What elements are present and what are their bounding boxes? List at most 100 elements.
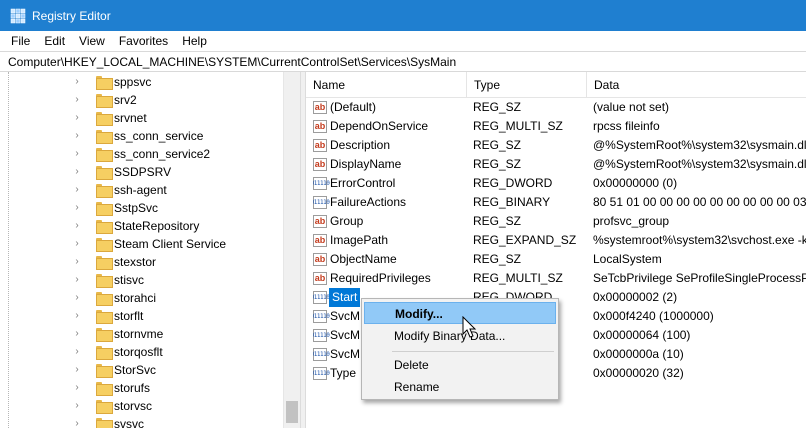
tree-item-label: SstpSvc [114, 201, 159, 215]
tree-item[interactable]: › storahci [72, 289, 156, 307]
value-name-cell: ab Group [313, 212, 363, 231]
menu-bar: File Edit View Favorites Help [0, 31, 806, 51]
tree-item[interactable]: › svsvc [72, 415, 144, 428]
address-bar[interactable]: Computer\HKEY_LOCAL_MACHINE\SYSTEM\Curre… [0, 51, 806, 72]
tree-item-label: srvnet [114, 111, 147, 125]
menu-file[interactable]: File [0, 31, 37, 51]
tree-item-label: storflt [114, 309, 144, 323]
context-menu-delete[interactable]: Delete [364, 354, 556, 376]
tree-item[interactable]: › storufs [72, 379, 150, 397]
context-menu-modify-binary[interactable]: Modify Binary Data... [364, 325, 556, 347]
tree-item[interactable]: › SstpSvc [72, 199, 158, 217]
key-tree-pane[interactable]: › sppsvc › srv2 › srvnet › ss_conn_service › ss_c… [0, 72, 300, 428]
table-row[interactable]: 011​110ErrorControl REG_DWORD 0x00000000 (… [306, 174, 806, 193]
folder-icon [96, 166, 113, 180]
tree-item[interactable]: › srv2 [72, 91, 137, 109]
chevron-right-icon[interactable]: › [72, 95, 82, 105]
chevron-right-icon[interactable]: › [72, 347, 82, 357]
column-header-type[interactable]: Type [467, 72, 587, 98]
tree-item[interactable]: › storqosflt [72, 343, 163, 361]
table-row[interactable]: ab ObjectName REG_SZ LocalSystem [306, 250, 806, 269]
chevron-right-icon[interactable]: › [72, 77, 82, 87]
tree-item[interactable]: › stornvme [72, 325, 163, 343]
table-row[interactable]: ab DependOnService REG_MULTI_SZ rpcss filei… [306, 117, 806, 136]
tree-item[interactable]: › ssh-agent [72, 181, 167, 199]
chevron-right-icon[interactable]: › [72, 239, 82, 249]
scrollbar-thumb[interactable] [286, 401, 298, 423]
binary-value-icon: 011​110 [313, 177, 330, 190]
tree-item[interactable]: › stexstor [72, 253, 156, 271]
tree-item-label: StorSvc [114, 363, 157, 377]
tree-item-label: stexstor [114, 255, 157, 269]
tree-item[interactable]: › StorSvc [72, 361, 156, 379]
chevron-right-icon[interactable]: › [72, 401, 82, 411]
context-menu: Modify... Modify Binary Data... Delete R… [361, 298, 559, 400]
tree-item[interactable]: › StateRepository [72, 217, 199, 235]
menu-edit[interactable]: Edit [37, 31, 72, 51]
value-name-cell: 011​110SvcM [313, 307, 360, 326]
chevron-right-icon[interactable]: › [72, 113, 82, 123]
column-header-data[interactable]: Data [587, 72, 806, 98]
table-row[interactable]: ab ImagePath REG_EXPAND_SZ %systemroot%\sys… [306, 231, 806, 250]
table-row[interactable]: 011​110FailureActions REG_BINARY 80 51 01 … [306, 193, 806, 212]
menu-view[interactable]: View [72, 31, 112, 51]
string-value-icon: ab [313, 120, 327, 133]
chevron-right-icon[interactable]: › [72, 275, 82, 285]
tree-item[interactable]: › SSDPSRV [72, 163, 171, 181]
tree-item[interactable]: › storflt [72, 307, 143, 325]
chevron-right-icon[interactable]: › [72, 221, 82, 231]
chevron-right-icon[interactable]: › [72, 329, 82, 339]
value-data: %systemroot%\system32\svchost.exe -k Loc… [593, 233, 806, 247]
chevron-right-icon[interactable]: › [72, 185, 82, 195]
context-menu-rename[interactable]: Rename [364, 376, 556, 398]
tree-item[interactable]: › stisvc [72, 271, 144, 289]
value-name: DependOnService [330, 119, 429, 133]
column-header-name[interactable]: Name [306, 72, 467, 98]
chevron-right-icon[interactable]: › [72, 311, 82, 321]
tree-item[interactable]: › srvnet [72, 109, 147, 127]
value-name-cell: ab Description [313, 136, 390, 155]
chevron-right-icon[interactable]: › [72, 167, 82, 177]
folder-icon [96, 310, 113, 324]
window-title: Registry Editor [32, 8, 111, 23]
value-type: REG_SZ [473, 138, 522, 152]
folder-icon [96, 184, 113, 198]
chevron-right-icon[interactable]: › [72, 383, 82, 393]
chevron-right-icon[interactable]: › [72, 365, 82, 375]
address-path: Computer\HKEY_LOCAL_MACHINE\SYSTEM\Curre… [8, 54, 457, 69]
menu-favorites[interactable]: Favorites [112, 31, 175, 51]
value-data: @%SystemRoot%\system32\sysmain.dll,-1000 [593, 157, 806, 171]
value-data: LocalSystem [593, 252, 662, 266]
value-name: ImagePath [330, 233, 389, 247]
chevron-right-icon[interactable]: › [72, 203, 82, 213]
table-row[interactable]: ab RequiredPrivileges REG_MULTI_SZ SeTcbPri… [306, 269, 806, 288]
tree-item-label: srv2 [114, 93, 137, 107]
tree-item-label: stornvme [114, 327, 164, 341]
chevron-right-icon[interactable]: › [72, 149, 82, 159]
tree-item[interactable]: › ss_conn_service2 [72, 145, 210, 163]
tree-item[interactable]: › ss_conn_service [72, 127, 203, 145]
chevron-right-icon[interactable]: › [72, 419, 82, 428]
table-row[interactable]: ab Description REG_SZ @%SystemRoot%\system3… [306, 136, 806, 155]
table-row[interactable]: ab DisplayName REG_SZ @%SystemRoot%\system3… [306, 155, 806, 174]
folder-icon [96, 148, 113, 162]
folder-icon [96, 364, 113, 378]
value-name: SvcM [330, 309, 360, 323]
tree-item[interactable]: › sppsvc [72, 73, 151, 91]
table-row[interactable]: ab (Default) REG_SZ (value not set) [306, 98, 806, 117]
menu-help[interactable]: Help [175, 31, 214, 51]
chevron-right-icon[interactable]: › [72, 293, 82, 303]
context-menu-modify[interactable]: Modify... [364, 302, 556, 324]
tree-item[interactable]: › storvsc [72, 397, 152, 415]
value-name: DisplayName [330, 157, 402, 171]
tree-item-label: stisvc [114, 273, 144, 287]
tree-item-label: storahci [114, 291, 157, 305]
tree-item[interactable]: › Steam Client Service [72, 235, 226, 253]
tree-item-label: SSDPSRV [114, 165, 172, 179]
chevron-right-icon[interactable]: › [72, 257, 82, 267]
chevron-right-icon[interactable]: › [72, 131, 82, 141]
binary-value-icon: 011​110 [313, 310, 330, 323]
value-data: (value not set) [593, 100, 670, 114]
table-row[interactable]: ab Group REG_SZ profsvc_group [306, 212, 806, 231]
tree-vertical-scrollbar[interactable] [283, 72, 300, 428]
